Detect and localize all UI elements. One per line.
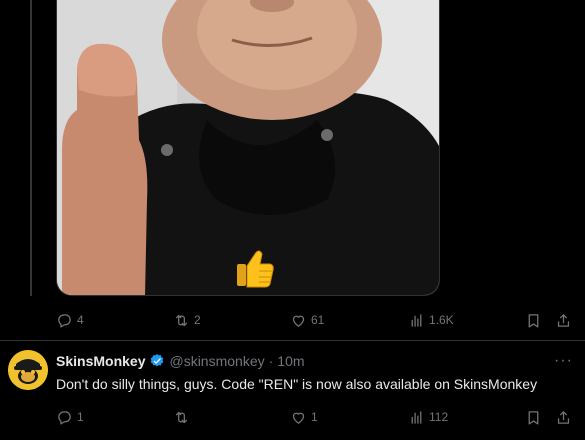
retweet-icon xyxy=(175,411,188,423)
verified-badge-icon[interactable] xyxy=(149,353,165,369)
share-icon xyxy=(557,313,570,327)
author-name[interactable]: SkinsMonkey xyxy=(56,353,145,369)
like-button[interactable]: 1 xyxy=(290,406,318,428)
author-handle[interactable]: @skinsmonkey xyxy=(169,353,264,369)
views-icon xyxy=(411,313,422,327)
like-button[interactable]: 61 xyxy=(290,309,324,331)
reply-icon xyxy=(58,313,71,328)
reply-button[interactable]: 4 xyxy=(56,309,84,331)
tweet-photo[interactable] xyxy=(56,0,440,296)
reply-icon xyxy=(58,410,71,425)
share-button[interactable] xyxy=(555,309,572,331)
retweet-button[interactable]: 2 xyxy=(173,309,201,331)
view-count: 112 xyxy=(429,410,449,424)
retweet-icon xyxy=(175,314,188,326)
views-button[interactable]: 112 xyxy=(408,406,448,428)
avatar[interactable] xyxy=(8,350,48,390)
bookmark-icon xyxy=(528,410,539,425)
tweet-text: Don't do silly things, guys. Code "REN" … xyxy=(56,376,538,392)
skinsmonkey-logo-icon xyxy=(8,350,48,390)
tweet-divider xyxy=(0,340,585,341)
view-count: 1.6K xyxy=(429,313,454,327)
tweet-header: SkinsMonkey @skinsmonkey · 10m xyxy=(56,353,305,369)
bookmark-button[interactable] xyxy=(525,406,542,428)
bookmark-button[interactable] xyxy=(525,309,542,331)
more-options-button[interactable]: ··· xyxy=(554,352,573,370)
retweet-button[interactable] xyxy=(173,406,194,428)
reply-tweet-action-bar: 1 1 112 xyxy=(0,406,585,428)
share-icon xyxy=(557,410,570,424)
like-icon xyxy=(292,412,305,424)
bookmark-icon xyxy=(528,313,539,328)
top-tweet-action-bar: 4 2 61 1.6K xyxy=(0,309,585,331)
tweet-photo-image xyxy=(57,0,439,295)
retweet-count: 2 xyxy=(194,313,201,327)
thread-connector-line xyxy=(30,0,32,296)
views-button[interactable]: 1.6K xyxy=(408,309,454,331)
share-button[interactable] xyxy=(555,406,572,428)
like-icon xyxy=(292,315,305,327)
like-count: 61 xyxy=(311,313,325,327)
reply-count: 4 xyxy=(77,313,84,327)
reply-button[interactable]: 1 xyxy=(56,406,84,428)
tweet-timestamp[interactable]: 10m xyxy=(277,353,304,369)
like-count: 1 xyxy=(311,410,318,424)
meta-separator: · xyxy=(268,353,274,369)
views-icon xyxy=(411,410,422,424)
reply-count: 1 xyxy=(77,410,84,424)
